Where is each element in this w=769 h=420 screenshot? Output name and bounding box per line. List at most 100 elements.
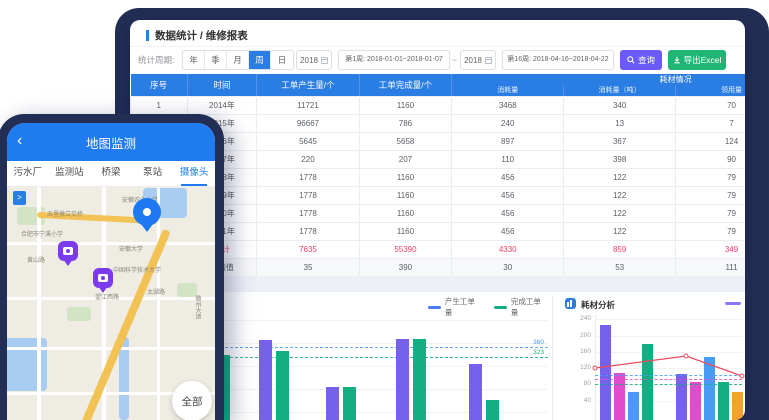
table-row: 22015年96667786240137690 bbox=[131, 114, 746, 132]
table-cell: 390 bbox=[359, 258, 452, 276]
chart-bar bbox=[642, 344, 653, 420]
table-cell: 1160 bbox=[359, 168, 452, 186]
map-road bbox=[37, 187, 41, 420]
map-place-label: 徽州大道 bbox=[193, 295, 202, 319]
table-cell: 111 bbox=[676, 258, 745, 276]
table-cell: 79 bbox=[676, 222, 745, 240]
show-all-button[interactable]: 全部 bbox=[172, 381, 212, 420]
table-cell: 1778 bbox=[257, 186, 359, 204]
period-option[interactable]: 年 bbox=[183, 51, 205, 69]
map-water bbox=[7, 338, 47, 391]
table-subheader-cell: 消耗量 bbox=[452, 85, 564, 96]
back-chevron-icon[interactable]: ‹ bbox=[17, 132, 22, 150]
period-label: 统计周期: bbox=[138, 50, 174, 70]
table-cell: 11721 bbox=[257, 96, 359, 114]
chart-gridline bbox=[595, 352, 742, 353]
breadcrumb: 数据统计 / 维修报表 bbox=[155, 28, 248, 43]
chart-bar bbox=[718, 382, 729, 420]
table-cell: 55390 bbox=[359, 240, 452, 258]
table-header-cell: 工单产生量/个 bbox=[257, 74, 359, 96]
phone-tab-摄像头[interactable]: 摄像头 bbox=[173, 161, 215, 186]
phone-tab-污水厂[interactable]: 污水厂 bbox=[7, 161, 49, 186]
phone-mockup: ‹ 地图监测 污水厂监测站桥梁泵站摄像头 bbox=[0, 114, 224, 420]
reference-line bbox=[595, 384, 742, 385]
period-option[interactable]: 周 bbox=[249, 51, 271, 69]
table-cell: 110 bbox=[452, 150, 564, 168]
chart-bar bbox=[614, 373, 625, 420]
camera-icon bbox=[98, 274, 108, 282]
table-cell: 7635 bbox=[257, 240, 359, 258]
table-cell: 456 bbox=[452, 186, 564, 204]
camera-marker[interactable] bbox=[93, 268, 113, 288]
legend-item-generated[interactable]: 产生工单量 bbox=[428, 296, 482, 318]
chart-gridline bbox=[595, 368, 742, 369]
map-road bbox=[157, 187, 160, 420]
table-cell: 220 bbox=[257, 150, 359, 168]
table-cell: 398 bbox=[564, 150, 676, 168]
table-cell: 70 bbox=[676, 96, 745, 114]
download-icon bbox=[673, 56, 681, 64]
table-cell: 1160 bbox=[359, 186, 452, 204]
table-cell: 7 bbox=[676, 114, 745, 132]
year-end-select[interactable]: 2018 bbox=[460, 50, 496, 70]
chart-bar bbox=[276, 351, 289, 420]
chart-bar bbox=[343, 387, 356, 420]
legend-dash-icon bbox=[494, 306, 507, 309]
legend-item-completed[interactable]: 完成工单量 bbox=[494, 296, 548, 318]
table-cell: 1160 bbox=[359, 204, 452, 222]
map-park bbox=[67, 307, 91, 321]
table-header-cell: 工单完成量/个 bbox=[359, 74, 452, 96]
range-separator: ~ bbox=[452, 50, 457, 70]
table-cell: 1778 bbox=[257, 168, 359, 186]
table-cell: 35 bbox=[257, 258, 359, 276]
chart-bar bbox=[486, 400, 499, 420]
phone-tab-泵站[interactable]: 泵站 bbox=[132, 161, 174, 186]
week-end-input[interactable]: 第16周: 2018-04-16~2018-04-22 bbox=[502, 50, 614, 70]
export-excel-button[interactable]: 导出Excel bbox=[668, 50, 726, 70]
phone-tab-桥梁[interactable]: 桥梁 bbox=[90, 161, 132, 186]
table-cell: 96667 bbox=[257, 114, 359, 132]
year-start-select[interactable]: 2018 bbox=[296, 50, 332, 70]
period-option[interactable]: 季 bbox=[205, 51, 227, 69]
chart-bar bbox=[600, 325, 611, 420]
table-cell: 3468 bbox=[452, 96, 564, 114]
filter-bar: 统计周期: 年季月周日 2018 第1周: 2018-01-01~2018-01… bbox=[130, 50, 745, 70]
chart-bar bbox=[259, 340, 272, 420]
map-location-pin[interactable] bbox=[133, 198, 161, 226]
phone-tab-监测站[interactable]: 监测站 bbox=[49, 161, 91, 186]
camera-marker[interactable] bbox=[58, 241, 78, 261]
chart-bar bbox=[469, 364, 482, 420]
period-option[interactable]: 日 bbox=[271, 51, 293, 69]
chart-bar bbox=[732, 392, 743, 420]
table-cell: 124 bbox=[676, 132, 745, 150]
y-axis-tick-label: 40 bbox=[565, 397, 591, 404]
chart-bar bbox=[628, 392, 639, 420]
table-cell: 1778 bbox=[257, 222, 359, 240]
table-cell: 79 bbox=[676, 204, 745, 222]
chart-bar bbox=[704, 357, 715, 420]
period-option[interactable]: 月 bbox=[227, 51, 249, 69]
table-cell: 240 bbox=[452, 114, 564, 132]
table-cell: 456 bbox=[452, 168, 564, 186]
table-cell: 79 bbox=[676, 168, 745, 186]
table-row: 12014年1172111603468340702506 bbox=[131, 96, 746, 114]
page: 数据统计 / 维修报表 统计周期: 年季月周日 2018 第1周: 2018-0… bbox=[0, 0, 769, 420]
reference-line bbox=[595, 379, 742, 380]
table-cell: 122 bbox=[564, 186, 676, 204]
week-start-input[interactable]: 第1周: 2018-01-01~2018-01-07 bbox=[338, 50, 450, 70]
map-place-label: 太湖路 bbox=[147, 287, 165, 296]
calendar-icon bbox=[321, 57, 328, 64]
map-view: > 全部 五里墩立交桥合肥市宁溪小学安徽农业大学安徽大学中国科学技术大学黄山路望… bbox=[7, 187, 215, 420]
table-cell: 859 bbox=[564, 240, 676, 258]
table-cell: 5645 bbox=[257, 132, 359, 150]
table-cell: 122 bbox=[564, 222, 676, 240]
table-cell: 90 bbox=[676, 150, 745, 168]
query-button[interactable]: 查询 bbox=[620, 50, 662, 70]
table-header-cell: 序号 bbox=[131, 74, 188, 96]
legend-dash-icon bbox=[725, 302, 741, 305]
map-road bbox=[7, 242, 215, 245]
table-cell: 122 bbox=[564, 204, 676, 222]
phone-header: ‹ 地图监测 bbox=[7, 123, 215, 161]
reference-line-label: 323 bbox=[514, 349, 544, 356]
expand-panel-button[interactable]: > bbox=[13, 191, 26, 205]
